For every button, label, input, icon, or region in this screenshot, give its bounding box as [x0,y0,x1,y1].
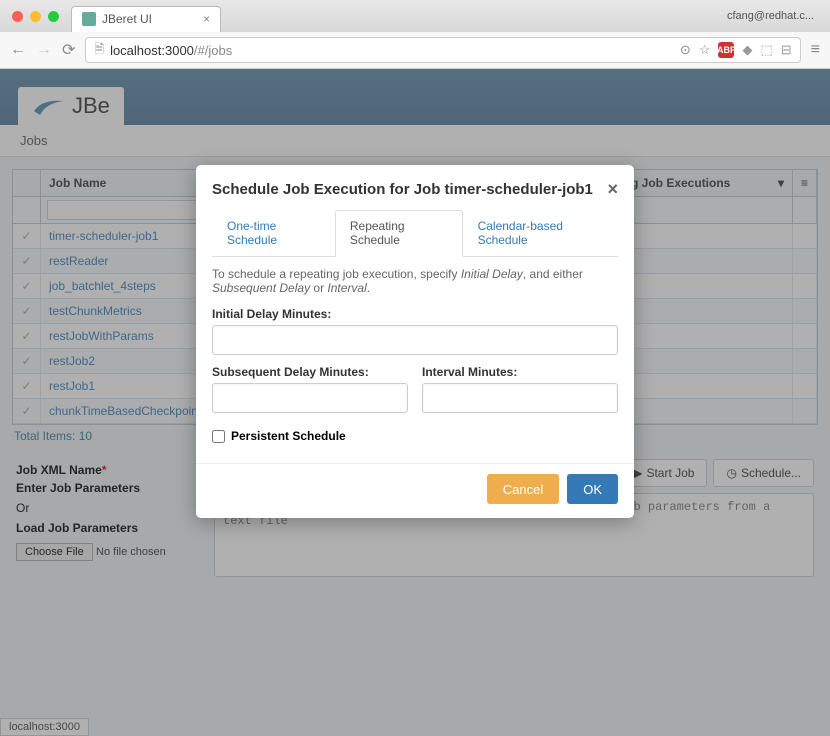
adblock-icon[interactable]: ABP [718,42,734,58]
browser-tab[interactable]: JBeret UI × [71,6,221,32]
schedule-modal: Schedule Job Execution for Job timer-sch… [196,165,634,518]
tab-repeating[interactable]: Repeating Schedule [335,210,463,257]
forward-button[interactable]: → [36,41,52,59]
modal-help-text: To schedule a repeating job execution, s… [212,267,618,295]
chrome-menu-button[interactable]: ≡ [811,41,820,59]
tab-bar: JBeret UI × cfang@redhat.c... [0,0,830,32]
subsequent-delay-label: Subsequent Delay Minutes: [212,365,408,379]
modal-tabs: One-time Schedule Repeating Schedule Cal… [212,210,618,257]
tab-favicon [82,12,96,26]
url-text: localhost:3000/#/jobs [110,43,232,58]
interval-input[interactable] [422,383,618,413]
modal-title: Schedule Job Execution for Job timer-sch… [212,181,593,198]
persistent-checkbox[interactable] [212,430,225,443]
page-content: JBe Jobs Job Name g Job Executions▾ ≡ ✓t… [0,69,830,736]
user-profile-label[interactable]: cfang@redhat.c... [719,8,822,24]
site-info-icon[interactable]: 🗎 [94,40,104,61]
tab-one-time[interactable]: One-time Schedule [212,210,335,256]
minimize-window-button[interactable] [30,11,41,22]
subsequent-delay-input[interactable] [212,383,408,413]
tab-title: JBeret UI [102,12,152,26]
tab-close-icon[interactable]: × [203,12,210,26]
persistent-label: Persistent Schedule [231,429,346,443]
bookmark-icon[interactable]: ☆ [699,42,711,58]
close-window-button[interactable] [12,11,23,22]
address-bar[interactable]: 🗎 localhost:3000/#/jobs ⊙ ☆ ABP ◆ ⬚ ⊟ [85,37,800,63]
tab-calendar[interactable]: Calendar-based Schedule [463,210,618,256]
window-controls [8,11,59,22]
initial-delay-label: Initial Delay Minutes: [212,307,618,321]
reload-button[interactable]: ⟳ [62,40,75,60]
extension-icon-3[interactable]: ⊟ [781,42,792,58]
modal-close-button[interactable]: × [607,179,618,200]
initial-delay-input[interactable] [212,325,618,355]
ok-button[interactable]: OK [567,474,618,504]
url-action-icons: ⊙ ☆ ABP ◆ ⬚ ⊟ [680,42,792,58]
back-button[interactable]: ← [10,41,26,59]
maximize-window-button[interactable] [48,11,59,22]
browser-chrome: JBeret UI × cfang@redhat.c... ← → ⟳ 🗎 lo… [0,0,830,69]
extension-icon-2[interactable]: ⬚ [760,42,772,58]
cancel-button[interactable]: Cancel [487,474,559,504]
nav-bar: ← → ⟳ 🗎 localhost:3000/#/jobs ⊙ ☆ ABP ◆ … [0,32,830,68]
extension-icon-1[interactable]: ◆ [742,42,752,58]
interval-label: Interval Minutes: [422,365,618,379]
search-icon[interactable]: ⊙ [680,42,691,58]
